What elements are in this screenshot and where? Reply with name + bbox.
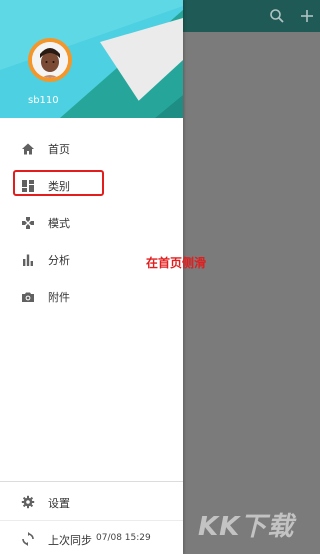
- username: sb110: [28, 95, 59, 106]
- camera-icon: [22, 292, 34, 302]
- menu-item-category[interactable]: 类别: [0, 167, 183, 204]
- divider: [0, 481, 183, 482]
- add-icon[interactable]: [298, 7, 316, 25]
- menu-item-label: 附件: [48, 291, 70, 304]
- navigation-drawer: sb110 首页 类别 模式 分析 附件 设置 上次同步 07/08 15:29: [0, 0, 183, 554]
- gear-icon: [21, 495, 35, 509]
- bar-chart-icon: [23, 254, 33, 266]
- sync-label: 上次同步: [48, 534, 92, 547]
- settings-label: 设置: [48, 497, 70, 510]
- annotation-text: 在首页侧滑: [146, 256, 207, 270]
- menu-item-mode[interactable]: 模式: [0, 204, 183, 241]
- avatar[interactable]: [28, 38, 72, 82]
- menu-item-label: 类别: [48, 180, 70, 193]
- search-icon[interactable]: [268, 7, 286, 25]
- menu-item-label: 分析: [48, 254, 70, 267]
- menu-item-label: 首页: [48, 143, 70, 156]
- sync-time: 07/08 15:29: [96, 533, 151, 543]
- settings-item[interactable]: 设置: [0, 487, 183, 517]
- menu-item-label: 模式: [48, 217, 70, 230]
- drawer-menu: 首页 类别 模式 分析 附件: [0, 130, 183, 315]
- sync-item[interactable]: 上次同步 07/08 15:29: [0, 524, 183, 554]
- home-icon: [22, 143, 34, 155]
- gamepad-icon: [22, 217, 34, 229]
- dashboard-icon: [22, 180, 34, 192]
- divider: [0, 520, 183, 521]
- watermark: KK下载: [198, 512, 295, 542]
- drawer-header: sb110: [0, 0, 183, 118]
- menu-item-home[interactable]: 首页: [0, 130, 183, 167]
- menu-item-attachments[interactable]: 附件: [0, 278, 183, 315]
- sync-icon: [22, 532, 34, 546]
